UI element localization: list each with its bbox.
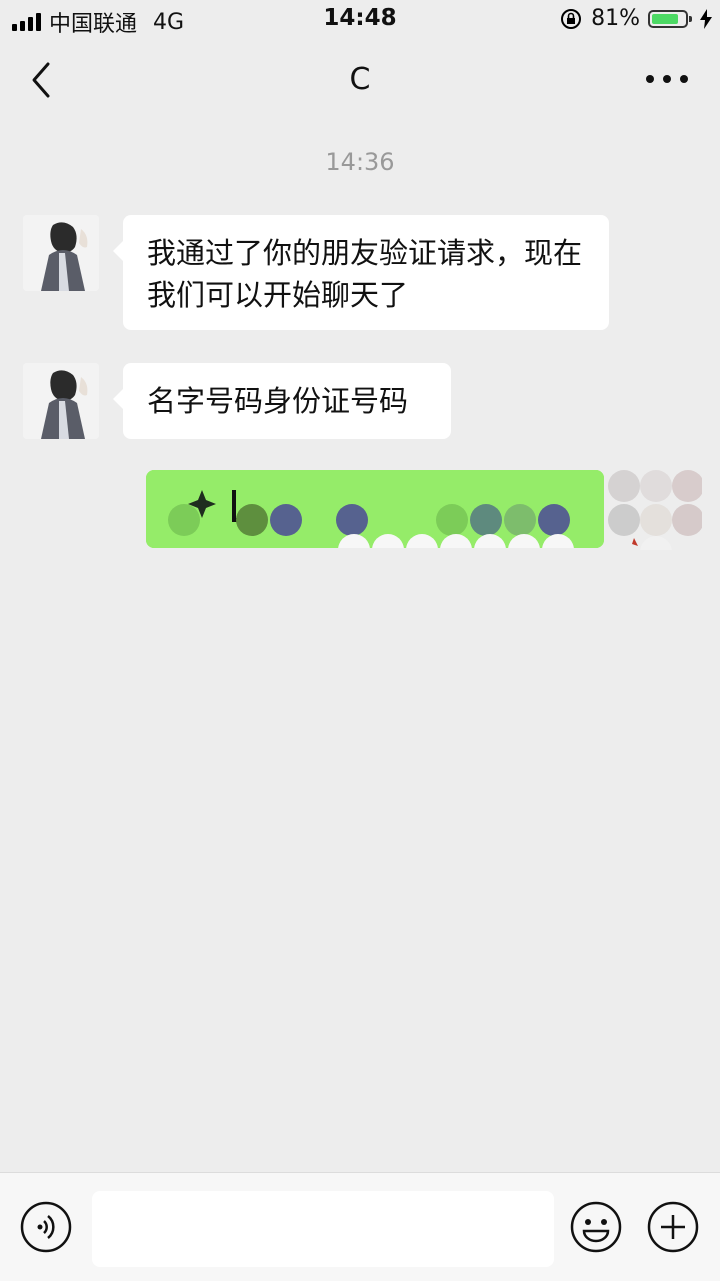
chat-title: C (349, 62, 371, 97)
status-bar: 中国联通 4G 14:48 81% (0, 0, 720, 40)
message-input[interactable] (92, 1191, 554, 1267)
battery-icon (648, 9, 692, 28)
orientation-lock-icon (561, 8, 582, 29)
battery-percent: 81% (591, 6, 640, 31)
more-dots-icon[interactable] (642, 64, 692, 94)
chat-header: C (0, 40, 720, 122)
emoji-icon[interactable] (570, 1201, 622, 1253)
input-bar (0, 1172, 720, 1281)
self-avatar[interactable] (604, 470, 702, 550)
contact-avatar[interactable] (23, 215, 99, 291)
voice-icon[interactable] (20, 1201, 72, 1253)
obscured-message-content (146, 470, 604, 548)
message-timestamp: 14:36 (325, 148, 395, 176)
plus-icon[interactable] (647, 1201, 699, 1253)
message-bubble-outgoing[interactable] (146, 470, 604, 548)
contact-avatar[interactable] (23, 363, 99, 439)
message-bubble-incoming[interactable]: 我通过了你的朋友验证请求，现在我们可以开始聊天了 (113, 215, 609, 330)
message-bubble-incoming[interactable]: 名字号码身份证号码 (113, 363, 451, 439)
charging-bolt-icon (700, 8, 712, 29)
